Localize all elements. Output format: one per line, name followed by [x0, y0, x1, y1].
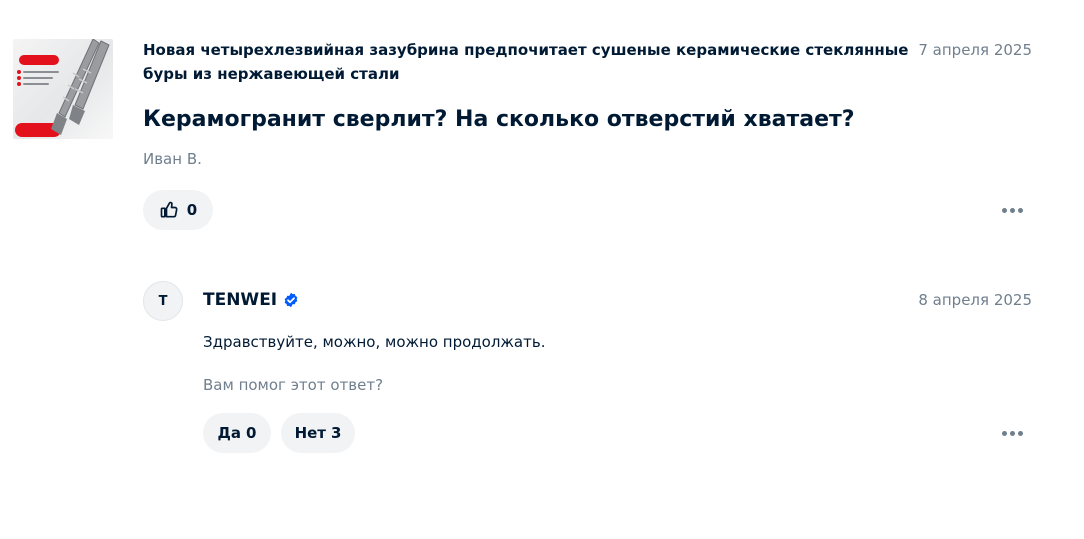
drill-bits-image — [51, 39, 110, 135]
more-dot — [1009, 430, 1015, 436]
more-dot — [1001, 207, 1007, 213]
seller-name-label: TENWEI — [203, 290, 278, 310]
yes-count: 0 — [246, 424, 257, 442]
more-dot — [1009, 207, 1015, 213]
no-count: 3 — [330, 424, 342, 442]
helpful-yes-button[interactable]: Да 0 — [203, 413, 271, 453]
product-thumbnail[interactable] — [13, 39, 113, 139]
like-button[interactable]: 0 — [143, 190, 213, 230]
answer-date: 8 апреля 2025 — [918, 291, 1032, 309]
helpful-question: Вам помог этот ответ? — [203, 376, 384, 394]
like-count: 0 — [186, 201, 198, 219]
question-more-button[interactable] — [998, 200, 1026, 220]
verified-check-icon — [284, 292, 298, 308]
yes-label: Да — [217, 424, 242, 442]
more-dot — [1017, 207, 1023, 213]
question-date: 7 апреля 2025 — [918, 41, 1032, 59]
no-label: Нет — [294, 424, 326, 442]
answer-text: Здравствуйте, можно, можно продолжать. — [203, 333, 546, 351]
more-dot — [1001, 430, 1007, 436]
question-author: Иван В. — [143, 150, 202, 168]
avatar-letter: T — [158, 293, 168, 309]
question-text: Керамогранит сверлит? На сколько отверст… — [143, 107, 855, 132]
seller-name[interactable]: TENWEI — [203, 288, 299, 312]
helpful-no-button[interactable]: Нет 3 — [281, 413, 355, 453]
more-dot — [1017, 430, 1023, 436]
seller-avatar: T — [143, 281, 183, 321]
product-title-link[interactable]: Новая четырехлезвийная зазубрина предпоч… — [143, 38, 913, 86]
thumbs-up-icon — [160, 201, 178, 218]
answer-more-button[interactable] — [998, 423, 1026, 443]
